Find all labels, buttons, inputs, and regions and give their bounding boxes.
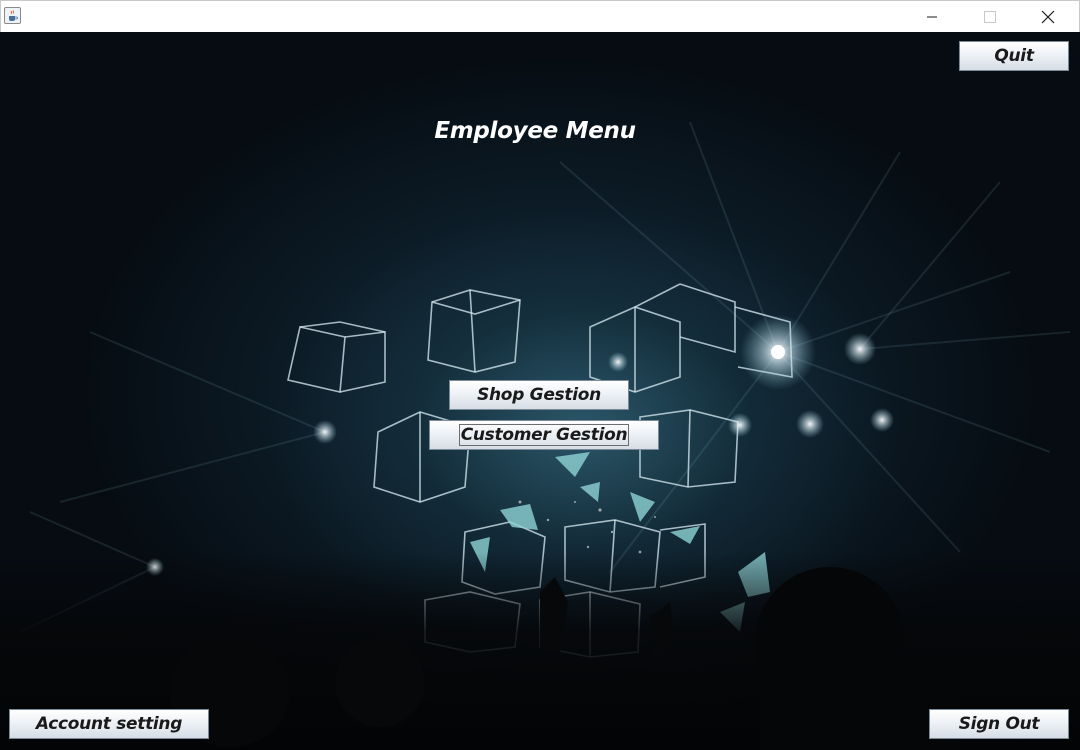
shop-gestion-button-label: Shop Gestion bbox=[477, 385, 601, 405]
sign-out-button-label: Sign Out bbox=[958, 714, 1040, 734]
close-icon bbox=[1041, 10, 1055, 23]
shop-gestion-button[interactable]: Shop Gestion bbox=[449, 380, 629, 410]
close-button[interactable] bbox=[1025, 1, 1071, 32]
quit-button-label: Quit bbox=[994, 46, 1034, 66]
maximize-button[interactable] bbox=[967, 1, 1013, 32]
app-window: Employee Menu Quit Shop Gestion Customer… bbox=[0, 0, 1080, 750]
account-setting-button[interactable]: Account setting bbox=[9, 709, 209, 739]
maximize-icon bbox=[984, 10, 996, 23]
minimize-button[interactable] bbox=[909, 1, 955, 32]
account-setting-button-label: Account setting bbox=[35, 714, 183, 734]
customer-gestion-button[interactable]: Customer Gestion bbox=[429, 420, 659, 450]
content-panel: Employee Menu Quit Shop Gestion Customer… bbox=[0, 32, 1080, 750]
title-bar[interactable] bbox=[0, 0, 1080, 32]
minimize-icon bbox=[927, 16, 937, 17]
customer-gestion-button-label: Customer Gestion bbox=[458, 424, 630, 446]
java-coffee-icon[interactable] bbox=[4, 7, 21, 24]
sign-out-button[interactable]: Sign Out bbox=[929, 709, 1069, 739]
quit-button[interactable]: Quit bbox=[959, 41, 1069, 71]
page-title: Employee Menu bbox=[434, 118, 636, 144]
